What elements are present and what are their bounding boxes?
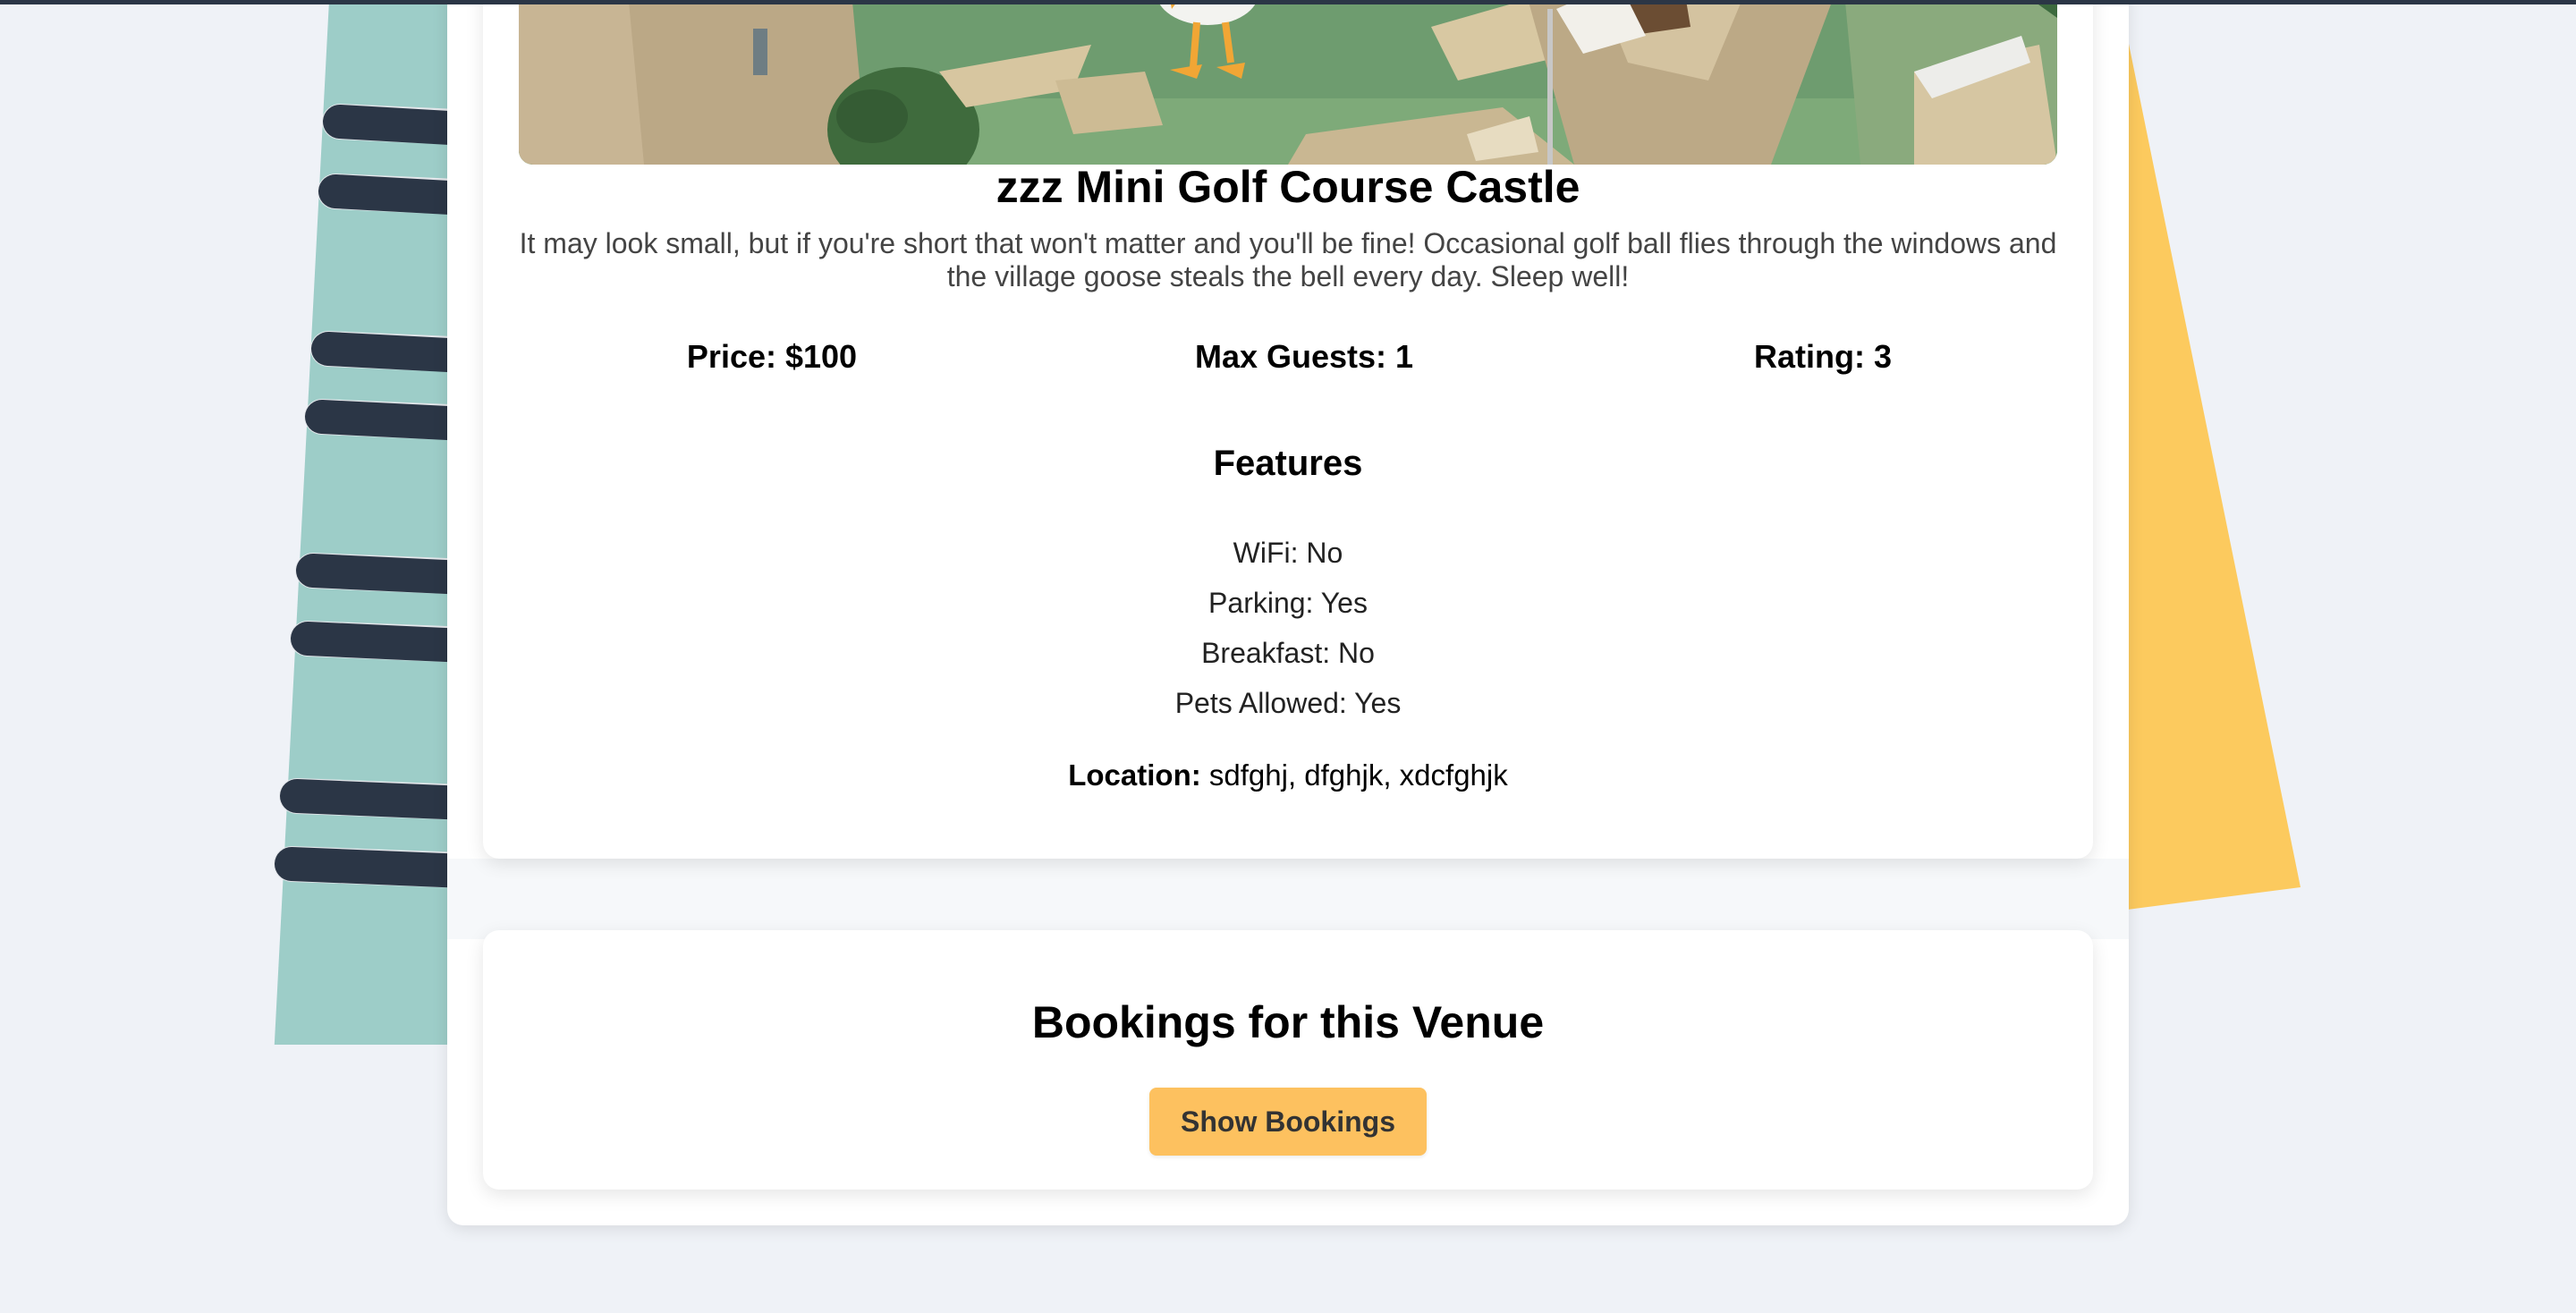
venue-title: zzz Mini Golf Course Castle: [996, 162, 1580, 212]
location-value: sdfghj, dfghjk, xdcfghjk: [1208, 758, 1508, 792]
feature-breakfast: Breakfast: No: [1201, 637, 1375, 669]
show-bookings-button[interactable]: Show Bookings: [1149, 1088, 1427, 1156]
features-list: WiFi: No Parking: Yes Breakfast: No Pets…: [483, 528, 2093, 728]
paper-fold: [447, 859, 2129, 939]
feature-parking: Parking: Yes: [1208, 587, 1368, 619]
features-heading: Features: [1213, 444, 1363, 483]
location-label: Location:: [1068, 758, 1201, 792]
bookings-heading: Bookings for this Venue: [1031, 997, 1545, 1047]
bookings-card: Bookings for this Venue Show Bookings: [483, 930, 2093, 1190]
venue-max-guests: Max Guests: 1: [1194, 338, 1414, 375]
top-bar: [0, 0, 2576, 4]
venue-image: [519, 0, 2057, 165]
venue-location: Location: sdfghj, dfghjk, xdcfghjk: [483, 758, 2093, 792]
feature-pets: Pets Allowed: Yes: [1174, 687, 1402, 719]
venue-price: Price: $100: [686, 338, 858, 375]
venue-illustration: [519, 0, 2057, 165]
venue-description: It may look small, but if you're short t…: [519, 227, 2057, 292]
venue-details-card: zzz Mini Golf Course Castle It may look …: [483, 0, 2093, 859]
venue-stats: Price: $100 Max Guests: 1 Rating: 3: [519, 338, 2057, 392]
feature-wifi: WiFi: No: [1233, 537, 1343, 569]
venue-rating: Rating: 3: [1753, 338, 1893, 375]
